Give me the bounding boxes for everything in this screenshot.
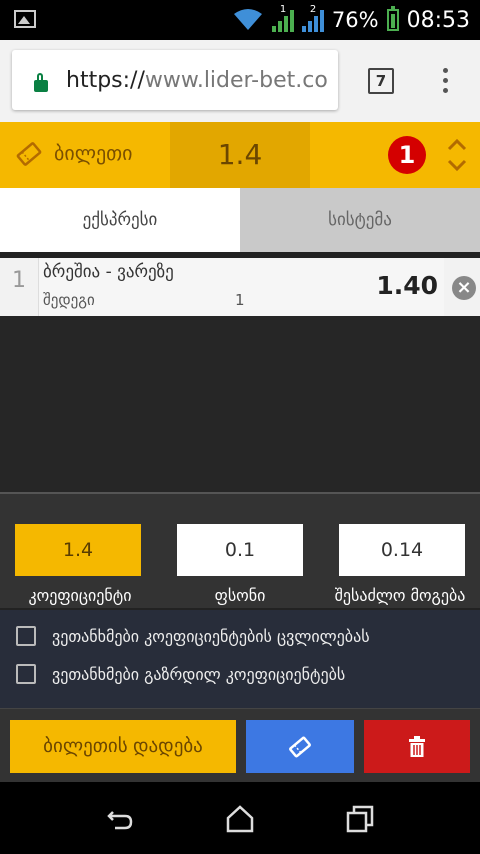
ticket-total-coefficient: 1.4 bbox=[170, 122, 310, 188]
sim2-label: 2 bbox=[309, 4, 317, 15]
status-icons: 1 2 76% 08:53 bbox=[232, 4, 470, 36]
selection-outcome: 1 bbox=[235, 291, 245, 309]
gallery-notification-icon bbox=[14, 10, 36, 28]
selection-match: ბრეშია - ვარეზე bbox=[43, 262, 174, 282]
sim1-signal-icon: 1 bbox=[271, 4, 294, 32]
recent-apps-icon[interactable] bbox=[343, 802, 377, 836]
browser-toolbar: https://www.lider-bet.co 7 bbox=[0, 40, 480, 122]
selection-row: 1 ბრეშია - ვარეზე შედეგი 1 1.40 × bbox=[0, 258, 480, 316]
wifi-icon bbox=[233, 9, 262, 30]
ticket-header[interactable]: ბილეთი 1.4 1 bbox=[0, 122, 480, 188]
url-host: www.lider-bet.co bbox=[144, 68, 328, 93]
expand-collapse-icon[interactable] bbox=[446, 136, 468, 174]
place-bet-button[interactable]: ბილეთის დადება bbox=[10, 720, 236, 773]
bet-options: ვეთანხმები კოეფიციენტების ცვლილებას ვეთა… bbox=[0, 610, 480, 708]
sim1-label: 1 bbox=[279, 4, 287, 15]
bet-type-tabs: ექსპრესი სისტემა bbox=[0, 188, 480, 252]
system-navigation-bar bbox=[0, 782, 480, 854]
coefficient-value: 1.4 bbox=[15, 524, 141, 576]
bet-summary: 1.4 0.1 0.14 კოეფიციენტი ფსონი შესაძლო მ… bbox=[0, 492, 480, 608]
accept-increased-odds-option[interactable]: ვეთანხმები გაზრდილ კოეფიციენტებს bbox=[16, 662, 345, 686]
close-circle-icon[interactable]: × bbox=[452, 276, 476, 300]
save-ticket-button[interactable] bbox=[246, 720, 354, 773]
stake-input[interactable]: 0.1 bbox=[177, 524, 303, 576]
overflow-menu-icon[interactable] bbox=[443, 68, 449, 94]
accept-increased-odds-label: ვეთანხმები გაზრდილ კოეფიციენტებს bbox=[52, 664, 346, 684]
tab-express[interactable]: ექსპრესი bbox=[0, 188, 240, 252]
url-text[interactable]: https://www.lider-bet.co bbox=[66, 68, 328, 93]
tab-switcher-button[interactable]: 7 bbox=[368, 68, 394, 94]
battery-percent: 76% bbox=[331, 8, 379, 32]
delete-ticket-button[interactable] bbox=[364, 720, 470, 773]
selection-market: შედეგი bbox=[43, 291, 95, 309]
tab-system[interactable]: სისტემა bbox=[240, 188, 480, 252]
url-scheme: https:// bbox=[66, 68, 145, 93]
possible-win-label: შესაძლო მოგება bbox=[334, 586, 466, 605]
status-bar: 1 2 76% 08:53 bbox=[0, 0, 480, 40]
selection-count-badge: 1 bbox=[388, 136, 426, 174]
stake-label: ფსონი bbox=[214, 586, 266, 605]
accept-odds-change-label: ვეთანხმები კოეფიციენტების ცვლილებას bbox=[52, 626, 370, 646]
possible-win-value: 0.14 bbox=[339, 524, 465, 576]
empty-area bbox=[0, 316, 480, 492]
clock: 08:53 bbox=[406, 7, 470, 33]
battery-icon bbox=[386, 6, 399, 31]
accept-increased-odds-checkbox[interactable] bbox=[16, 664, 36, 684]
accept-odds-change-option[interactable]: ვეთანხმები კოეფიციენტების ცვლილებას bbox=[16, 624, 370, 648]
selection-odds: 1.40 bbox=[376, 271, 438, 300]
trash-icon bbox=[409, 735, 425, 757]
accept-odds-change-checkbox[interactable] bbox=[16, 626, 36, 646]
coefficient-label: კოეფიციენტი bbox=[28, 586, 132, 605]
ticket-actions: ბილეთის დადება bbox=[0, 708, 480, 782]
ticket-save-icon bbox=[289, 736, 311, 757]
home-icon[interactable] bbox=[223, 802, 257, 836]
selection-index: 1 bbox=[12, 268, 26, 293]
ticket-title: ბილეთი bbox=[54, 141, 133, 165]
selection-details: ბრეშია - ვარეზე შედეგი 1 1.40 bbox=[38, 258, 444, 316]
sim2-signal-icon: 2 bbox=[301, 4, 324, 32]
back-icon[interactable] bbox=[103, 802, 137, 836]
lock-icon bbox=[34, 73, 48, 92]
ticket-icon bbox=[16, 142, 42, 166]
address-bar[interactable]: https://www.lider-bet.co bbox=[12, 50, 338, 110]
